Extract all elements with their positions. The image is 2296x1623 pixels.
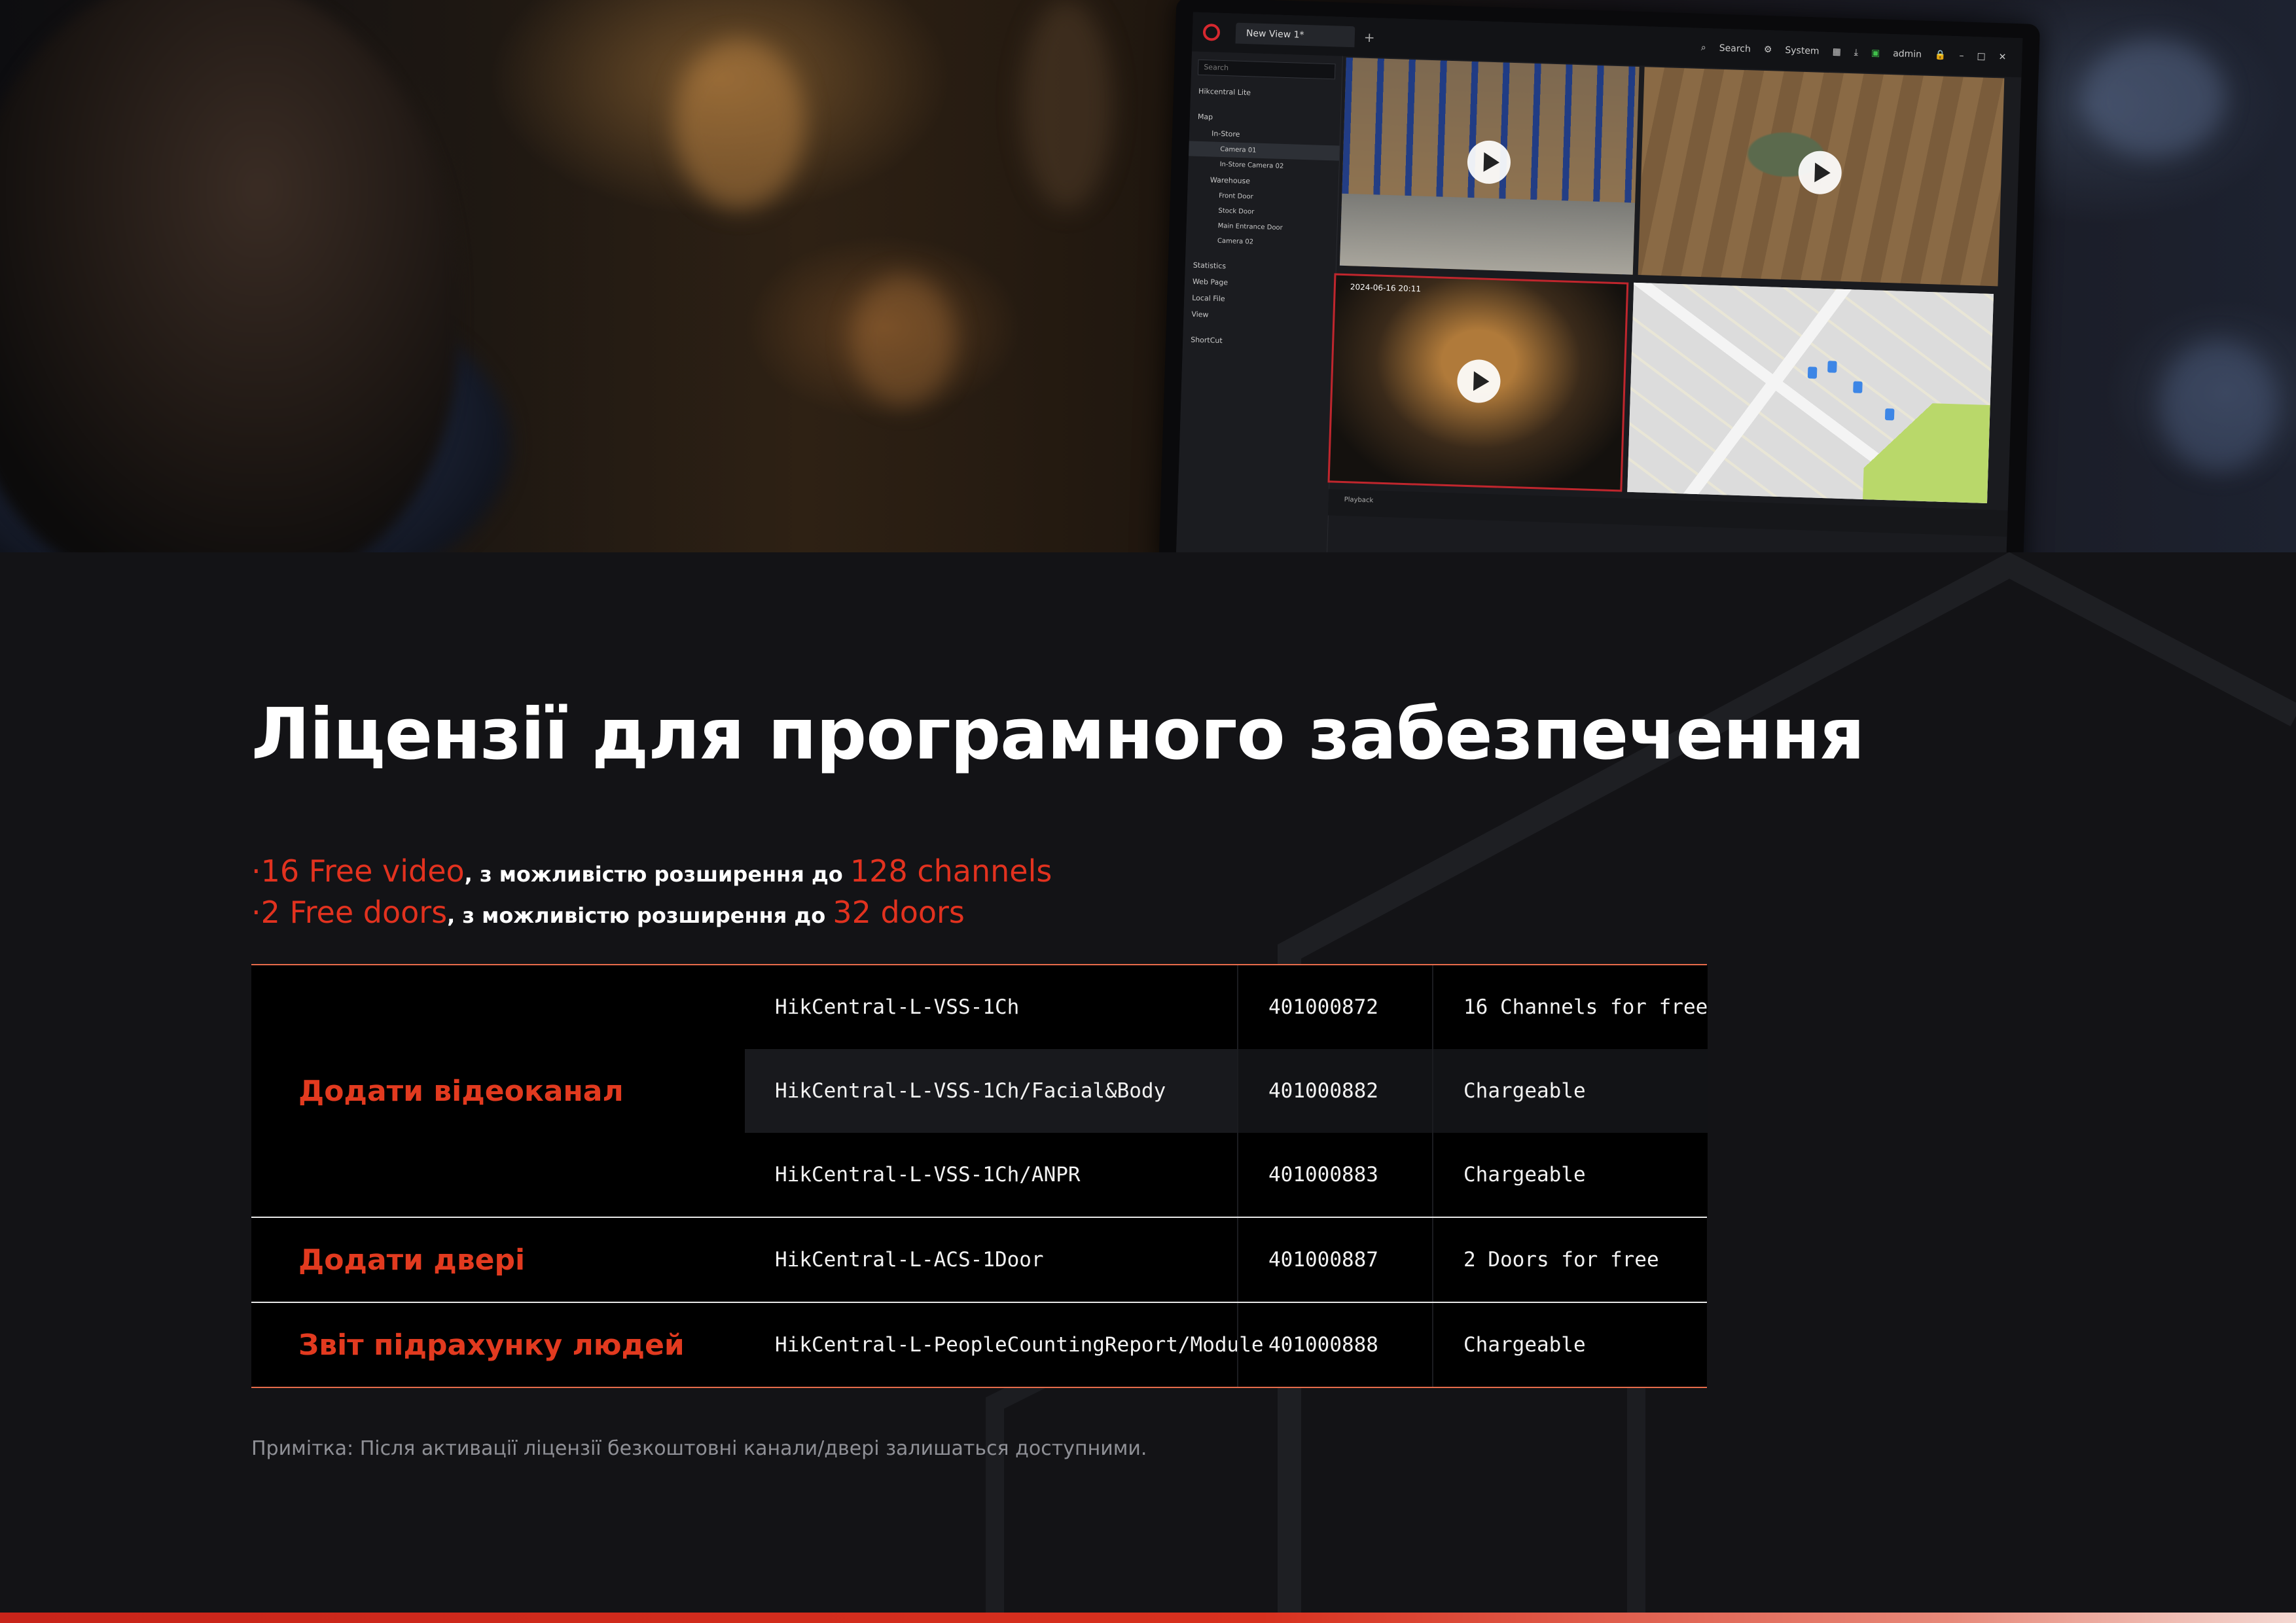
footer-accent-bar [0,1613,2296,1623]
feature-expand-text: , з можливістю розширення до [447,903,833,928]
camera-view-restaurant[interactable]: 2024-06-16 20:11 [1327,273,1629,492]
feature-free-doors: 2 Free doors [260,895,448,930]
license-note: 2 Doors for free [1432,1218,1707,1302]
license-name: HikCentral-L-PeopleCountingReport/Module [775,1333,1264,1357]
map-pin-icon[interactable] [1853,381,1863,393]
table-row: HikCentral-L-VSS-1Ch/ANPR 401000883 Char… [745,1133,1708,1217]
hikcentral-logo-icon [1202,23,1221,41]
gear-icon[interactable]: ⚙ [1764,45,1772,55]
table-row: HikCentral-L-PeopleCountingReport/Module… [745,1303,1707,1387]
license-code: 401000888 [1237,1303,1432,1387]
license-code: 401000882 [1237,1049,1432,1133]
minimize-icon[interactable]: – [1959,50,1964,61]
bokeh-light [2081,39,2225,157]
maximize-icon[interactable]: □ [1977,51,1986,62]
user-name[interactable]: admin [1893,48,1922,60]
camera-timestamp: 2024-06-16 20:11 [1350,282,1422,294]
license-name: HikCentral-L-ACS-1Door [775,1248,1044,1272]
play-icon[interactable] [1797,150,1842,195]
license-table: Додати відеоканал HikCentral-L-VSS-1Ch 4… [251,964,1708,1388]
toolbar-system[interactable]: System [1785,45,1820,57]
grid-icon[interactable]: ▦ [1832,46,1841,57]
hero-photo: New View 1* + ⌕ Search ⚙ System ▦ ⤓ ▣ ad… [0,0,2296,552]
bokeh-light [1021,0,1113,209]
license-code: 401000887 [1237,1218,1432,1302]
license-code: 401000883 [1237,1133,1432,1217]
page-title: Ліцензії для програмного забезпечення [251,694,1865,776]
group-rows: HikCentral-L-ACS-1Door 401000887 2 Doors… [745,1218,1707,1302]
license-name: HikCentral-L-VSS-1Ch/Facial&Body [745,1049,1237,1133]
license-name: HikCentral-L-VSS-1Ch/ANPR [775,1163,1081,1186]
feature-max-doors: 32 doors [833,895,965,930]
license-note: Chargeable [1432,1303,1707,1387]
group-label-people-counting: Звіт підрахунку людей [298,1328,685,1362]
license-note: 16 Channels for free [1432,965,1708,1049]
app-toolbar: ⌕ Search ⚙ System ▦ ⤓ ▣ admin 🔒 – □ ✕ [1701,43,2007,63]
table-group-doors: Додати двері HikCentral-L-ACS-1Door 4010… [251,1218,1707,1303]
tree-shortcut[interactable]: ShortCut [1183,331,1334,352]
search-icon[interactable]: ⌕ [1701,43,1706,53]
table-group-video: Додати відеоканал HikCentral-L-VSS-1Ch 4… [251,965,1708,1218]
map-pin-icon[interactable] [1807,366,1818,379]
tree-root[interactable]: Hikcentral Lite [1191,82,1342,103]
laptop-screen: New View 1* + ⌕ Search ⚙ System ▦ ⤓ ▣ ad… [1175,12,2023,552]
sidebar-search-input[interactable]: Search [1197,59,1336,80]
map-pin-icon[interactable] [1827,361,1837,373]
lock-icon[interactable]: 🔒 [1935,50,1946,61]
person-head [0,0,458,552]
play-icon[interactable] [1456,359,1501,404]
group-rows: HikCentral-L-VSS-1Ch 401000872 16 Channe… [745,965,1708,1217]
map-park-area [1863,401,1990,503]
group-label-video: Додати відеоканал [298,1074,624,1108]
app-sidebar: Search Hikcentral Lite Map In-Store Came… [1175,51,1343,552]
table-row: HikCentral-L-VSS-1Ch/Facial&Body 4010008… [745,1049,1708,1133]
add-tab-icon[interactable]: + [1364,29,1376,46]
play-icon[interactable] [1466,139,1511,185]
bokeh-light [851,275,956,406]
bullet: · [251,895,261,930]
license-note: Chargeable [1432,1049,1708,1133]
license-note: Chargeable [1432,1133,1708,1217]
camera-view-store-overhead[interactable] [1638,67,2005,287]
playback-tab[interactable]: Playback [1344,496,1373,504]
camera-view-warehouse[interactable] [1339,57,1640,275]
feature-list: ·16 Free video, з можливістю розширення … [251,852,1052,935]
feature-video: ·16 Free video, з можливістю розширення … [251,852,1052,893]
laptop: New View 1* + ⌕ Search ⚙ System ▦ ⤓ ▣ ad… [1158,0,2041,552]
map-pin-icon[interactable] [1884,408,1895,421]
table-row: HikCentral-L-ACS-1Door 401000887 2 Doors… [745,1218,1707,1302]
footnote: Примітка: Після активації ліцензії безко… [251,1437,1147,1460]
bokeh-light [2160,340,2278,471]
app-tab-new-view[interactable]: New View 1* [1235,22,1355,48]
monitor-icon[interactable]: ▣ [1871,48,1880,58]
bokeh-light [674,39,805,209]
table-row: HikCentral-L-VSS-1Ch 401000872 16 Channe… [745,965,1708,1049]
feature-doors: ·2 Free doors, з можливістю розширення д… [251,893,1052,935]
download-icon[interactable]: ⤓ [1854,47,1859,58]
license-name: HikCentral-L-VSS-1Ch [775,995,1020,1019]
group-label-doors: Додати двері [298,1243,526,1277]
map-view[interactable] [1627,282,1994,503]
close-icon[interactable]: ✕ [1998,52,2006,62]
feature-expand-text: , з можливістю розширення до [464,862,850,887]
feature-max-channels: 128 channels [850,853,1052,889]
table-group-people-counting: Звіт підрахунку людей HikCentral-L-Peopl… [251,1303,1707,1388]
bullet: · [251,853,261,889]
license-code: 401000872 [1237,965,1432,1049]
group-rows: HikCentral-L-PeopleCountingReport/Module… [745,1303,1707,1387]
feature-free-video: 16 Free video [260,853,465,889]
toolbar-search[interactable]: Search [1719,43,1751,55]
